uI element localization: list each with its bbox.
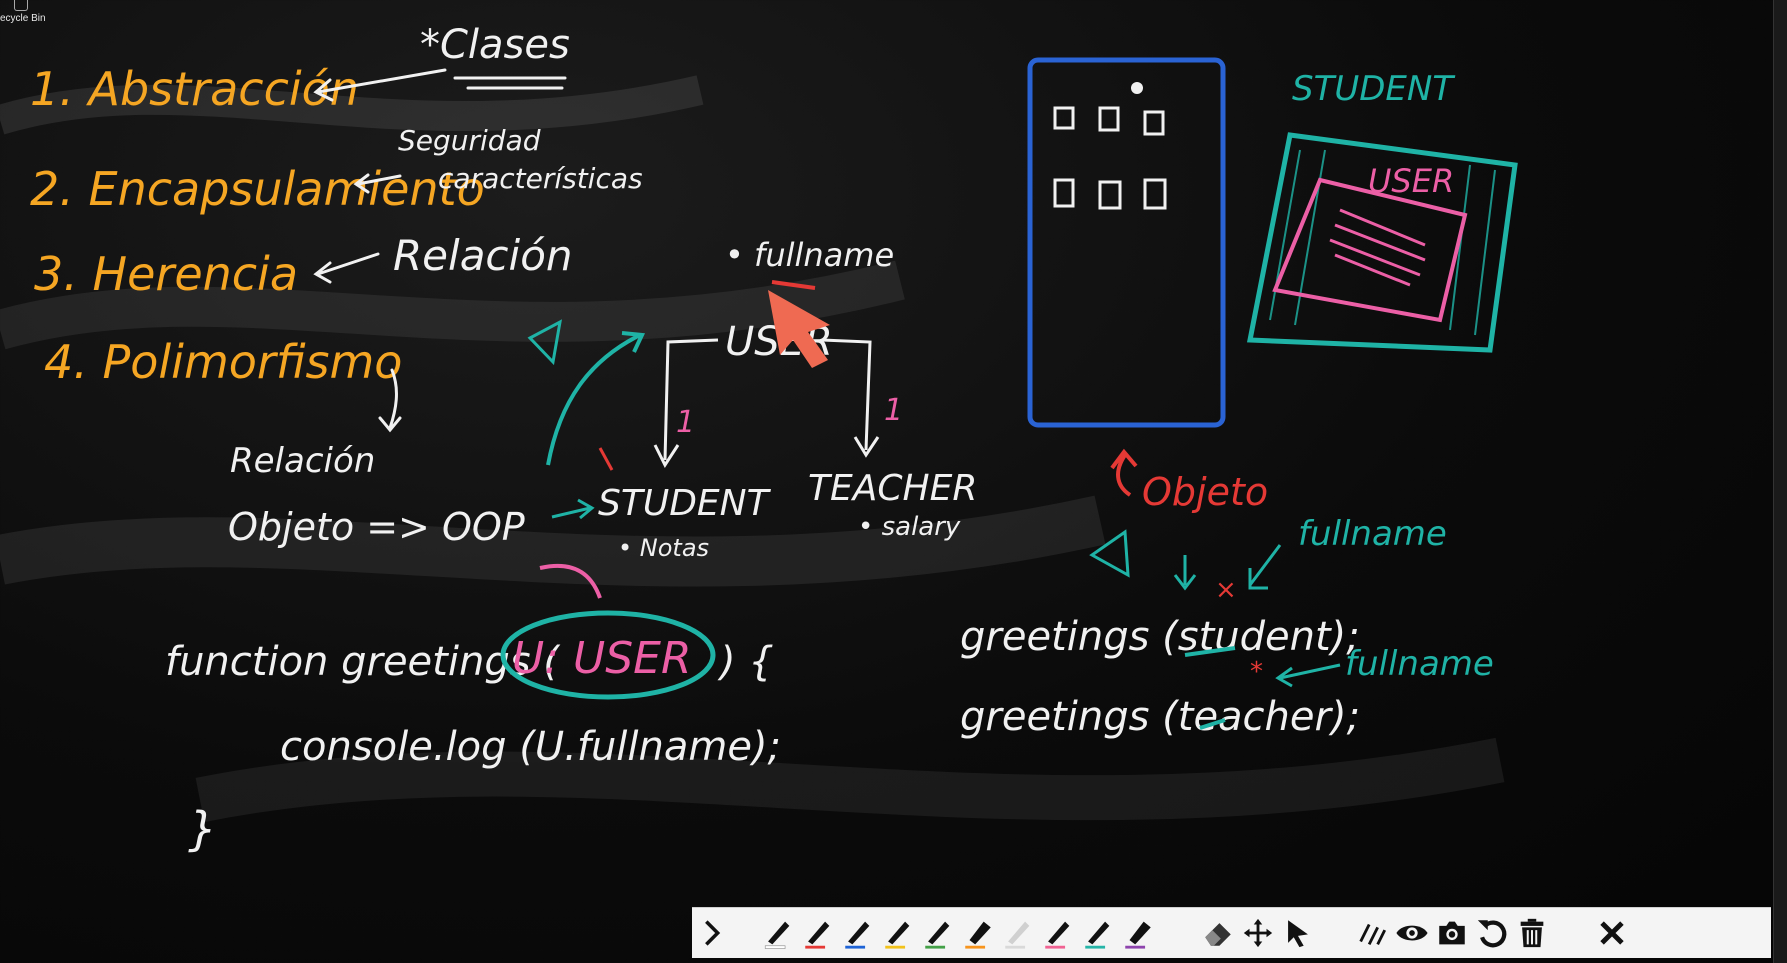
- move-icon: [1243, 918, 1273, 948]
- highlighter-orange-button[interactable]: [958, 910, 998, 956]
- red-asterisk-2: *: [1250, 657, 1263, 687]
- teal-down-arrow: [1173, 555, 1197, 591]
- note-objeto-oop: Objeto => OOP: [228, 505, 525, 549]
- collapse-toolbar-button[interactable]: [692, 910, 732, 956]
- highlighter-orange-icon: [965, 921, 991, 949]
- line-style-icon: [1359, 923, 1387, 945]
- call-greetings-teacher: greetings (teacher);: [960, 694, 1360, 740]
- pointer-button[interactable]: [1278, 910, 1318, 956]
- pen-green-icon: [925, 921, 950, 949]
- red-tick-student: [598, 447, 614, 471]
- collapse-chevron-icon: [705, 920, 721, 946]
- code-console-line: console.log (U.fullname);: [280, 724, 781, 770]
- pen-yellow-icon: [885, 921, 910, 949]
- pen-teal-icon: [1085, 921, 1110, 949]
- teal-diag-arrow: [1248, 544, 1282, 590]
- note-relacion: Relación: [393, 231, 573, 280]
- pen-yellow-button[interactable]: [878, 910, 918, 956]
- move-button[interactable]: [1238, 910, 1278, 956]
- pillar-herencia: 3. Herencia: [34, 247, 298, 301]
- red-asterisk-1: ×: [1215, 575, 1237, 605]
- screenshot-button[interactable]: [1432, 910, 1472, 956]
- annotation-toolbar: [692, 907, 1771, 958]
- note-clases: *Clases: [420, 22, 570, 68]
- object-container: [1027, 57, 1226, 428]
- multiplicity-right: 1: [884, 393, 903, 428]
- pen-lightgray-icon: [1005, 921, 1030, 949]
- teal-arrow-student: [551, 498, 595, 520]
- pen-white-button[interactable]: [758, 910, 798, 956]
- sketch-user-fill: [1329, 208, 1426, 287]
- object-squares: [1053, 106, 1167, 210]
- eraser-button[interactable]: [1198, 910, 1238, 956]
- highlighter-purple-button[interactable]: [1118, 910, 1158, 956]
- diagram-teacher: TEACHER: [808, 468, 977, 509]
- pillar-abstraccion: 1. Abstracción: [30, 62, 359, 116]
- teal-curve-arrow: [546, 331, 646, 466]
- fullname-note-2: fullname: [1345, 644, 1494, 684]
- close-icon: [1600, 921, 1624, 945]
- note-relacion-small: Relación: [230, 441, 375, 481]
- line-style-button[interactable]: [1352, 910, 1392, 956]
- pen-red-icon: [805, 921, 830, 949]
- pen-teal-button[interactable]: [1078, 910, 1118, 956]
- objeto-arrow: [1110, 448, 1138, 497]
- note-caracteristicas: características: [438, 162, 643, 195]
- window-edge: [1773, 0, 1787, 963]
- code-closing-brace: }: [188, 802, 217, 856]
- pen-pink-icon: [1045, 921, 1070, 949]
- objeto-label: Objeto: [1142, 470, 1268, 514]
- blue-object-box: [1027, 57, 1226, 428]
- undo-icon: [1477, 920, 1507, 948]
- diagram-fullname: • fullname: [725, 236, 894, 274]
- pen-lightgray-button[interactable]: [998, 910, 1038, 956]
- object-dot: [1131, 82, 1143, 94]
- visibility-icon: [1396, 925, 1428, 941]
- camera-icon: [1439, 921, 1465, 945]
- whiteboard-canvas[interactable]: 1. Abstracción 2. Encapsulamiento 3. Her…: [0, 0, 1787, 963]
- highlighter-purple-icon: [1125, 921, 1151, 949]
- pen-blue-button[interactable]: [838, 910, 878, 956]
- undo-button[interactable]: [1472, 910, 1512, 956]
- student-user-sketch: STUDENT USER: [1246, 69, 1518, 353]
- diagram-student: STUDENT: [598, 483, 772, 524]
- pen-red-button[interactable]: [798, 910, 838, 956]
- diagram-salary: • salary: [858, 512, 961, 542]
- fullname-note-1: fullname: [1298, 514, 1447, 554]
- clear-button[interactable]: [1512, 910, 1552, 956]
- multiplicity-left: 1: [676, 405, 695, 440]
- diagram-notas: • Notas: [618, 534, 709, 562]
- eraser-icon: [1205, 923, 1231, 946]
- code-param: U: USER: [512, 633, 692, 684]
- code-block: function greetings ( U: USER ) { console…: [165, 610, 781, 856]
- pillar-polimorfismo: 4. Polimorfismo: [44, 335, 402, 389]
- sketch-student-label: STUDENT: [1292, 69, 1455, 109]
- pen-white-icon: [764, 921, 790, 949]
- teal-arrow-teacher: [1275, 663, 1341, 688]
- pen-pink-button[interactable]: [1038, 910, 1078, 956]
- pillar-encapsulamiento: 2. Encapsulamiento: [30, 162, 485, 216]
- trash-icon: [1520, 918, 1544, 948]
- note-seguridad: Seguridad: [398, 124, 541, 157]
- pen-green-button[interactable]: [918, 910, 958, 956]
- branch-to-student: [653, 338, 719, 469]
- visibility-button[interactable]: [1392, 910, 1432, 956]
- code-function-brace: ) {: [717, 639, 774, 685]
- right-calls: Objeto fullname fullname × * greetings (…: [960, 448, 1494, 740]
- close-toolbar-button[interactable]: [1592, 910, 1632, 956]
- call-greetings-student: greetings (student);: [960, 614, 1360, 660]
- sketch-user-frame: [1272, 177, 1468, 323]
- pen-blue-icon: [845, 921, 870, 949]
- pointer-icon: [1288, 920, 1308, 948]
